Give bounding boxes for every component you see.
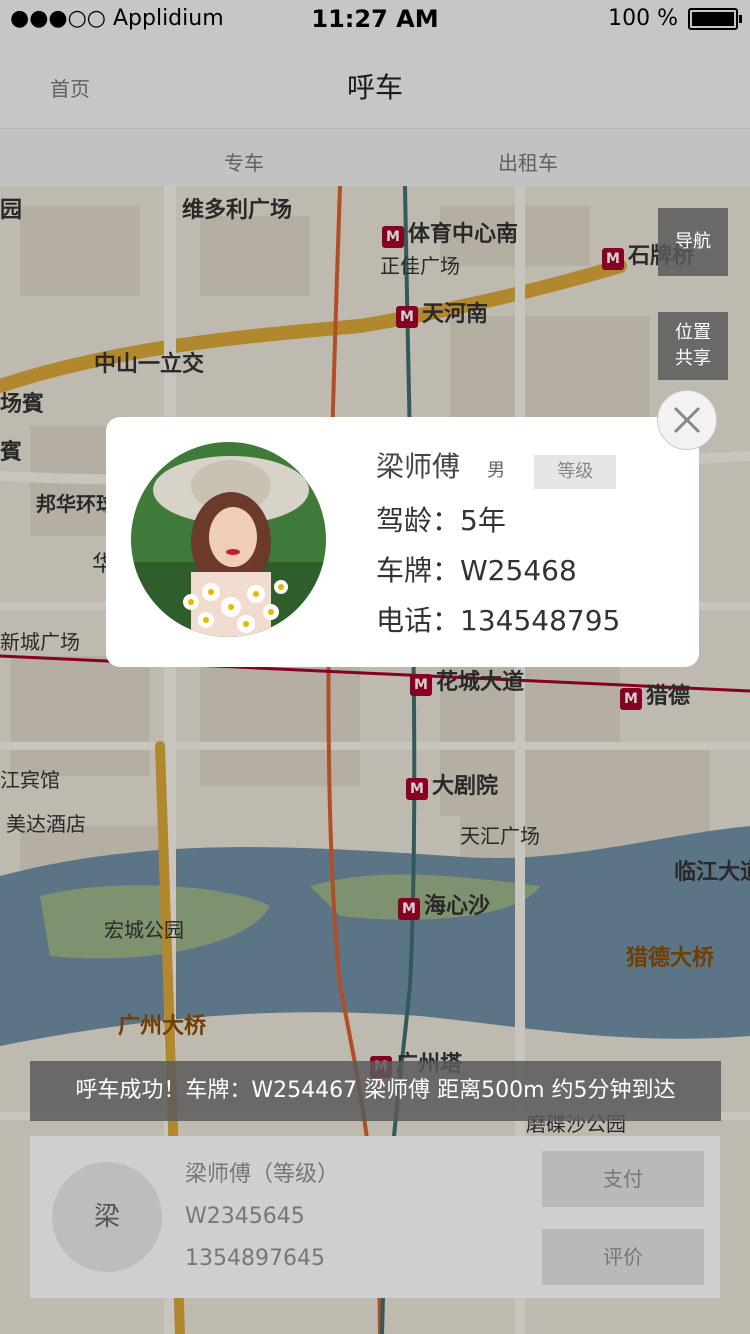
driver-name-level: 梁师傅（等级） bbox=[185, 1162, 340, 1187]
driver-name: 梁师傅 bbox=[376, 450, 461, 483]
close-icon bbox=[673, 406, 701, 434]
driver-gender: 男 bbox=[487, 460, 506, 481]
driver-details: 梁师傅 男 等级 驾龄：5年 车牌：W25468 电话：134548795 bbox=[376, 445, 620, 639]
driver-avatar bbox=[131, 442, 326, 637]
driver-initial-avatar: 梁 bbox=[52, 1162, 162, 1272]
plate-number: 车牌：W25468 bbox=[376, 553, 577, 587]
driver-info-popup: 梁师傅 男 等级 驾龄：5年 车牌：W25468 电话：134548795 bbox=[106, 417, 699, 667]
rate-button[interactable]: 评价 bbox=[542, 1229, 704, 1285]
modal-overlay[interactable] bbox=[0, 0, 750, 1334]
close-popup-button[interactable] bbox=[657, 390, 717, 450]
navigation-button[interactable]: 导航 bbox=[658, 208, 728, 276]
driver-phone: 1354897645 bbox=[185, 1246, 325, 1271]
driving-years: 驾龄：5年 bbox=[376, 503, 506, 537]
pay-button[interactable]: 支付 bbox=[542, 1151, 704, 1207]
driver-level-badge: 等级 bbox=[534, 454, 617, 489]
share-location-button[interactable]: 位置 共享 bbox=[658, 312, 728, 380]
phone-number[interactable]: 电话：134548795 bbox=[376, 599, 620, 639]
driver-summary-card: 梁 梁师傅（等级） W2345645 1354897645 支付 评价 bbox=[30, 1136, 720, 1298]
call-success-banner: 呼车成功！车牌：W254467 梁师傅 距离500m 约5分钟到达 bbox=[30, 1061, 721, 1121]
driver-plate: W2345645 bbox=[185, 1204, 305, 1229]
